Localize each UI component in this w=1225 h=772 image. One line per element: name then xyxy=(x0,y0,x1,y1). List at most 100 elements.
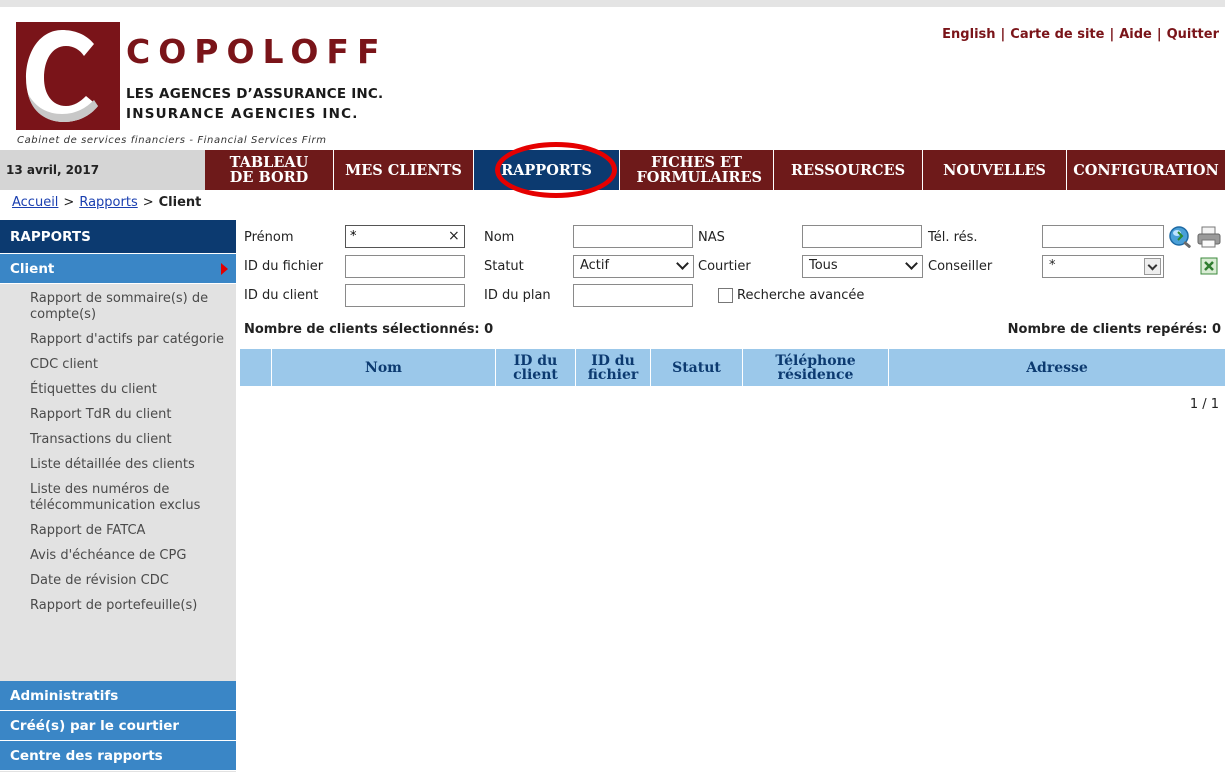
results-table-header: Nom ID du client ID du fichier Statut Té… xyxy=(240,349,1225,386)
sidebar: RAPPORTS Client Rapport de sommaire(s) d… xyxy=(0,220,236,772)
nav-ressources[interactable]: RESSOURCES xyxy=(773,150,922,190)
sidebar-footer-sections: Administratifs Créé(s) par le courtier C… xyxy=(0,681,236,771)
table-header-telephone[interactable]: Téléphone résidence xyxy=(742,349,888,386)
statut-value: Actif xyxy=(580,258,610,273)
search-form: Prénom × Nom NAS Tél. rés. ID du fichier… xyxy=(240,223,1225,311)
sidebar-section-client[interactable]: Client xyxy=(0,254,236,284)
nav-mes-clients[interactable]: MES CLIENTS xyxy=(333,150,473,190)
sidebar-section-administratifs[interactable]: Administratifs xyxy=(0,681,236,711)
sidebar-item[interactable]: Liste détaillée des clients xyxy=(0,452,236,477)
current-date: 13 avril, 2017 xyxy=(0,150,205,190)
courtier-select[interactable]: Tous xyxy=(802,255,923,278)
link-quit[interactable]: Quitter xyxy=(1167,27,1219,42)
page: COPOLOFF LES AGENCES D’ASSURANCE INC. IN… xyxy=(0,0,1225,772)
id-plan-label: ID du plan xyxy=(484,288,551,303)
link-english[interactable]: English xyxy=(942,27,995,42)
logo-tagline: Cabinet de services financiers - Financi… xyxy=(17,135,327,146)
pagination: 1 / 1 xyxy=(1189,397,1219,412)
logo-line-1: LES AGENCES D’ASSURANCE INC. xyxy=(126,86,384,102)
separator: | xyxy=(1156,27,1162,42)
conseiller-select[interactable]: * xyxy=(1042,255,1164,278)
prenom-input[interactable] xyxy=(345,225,465,248)
chevron-down-icon xyxy=(1144,258,1161,275)
chevron-down-icon xyxy=(905,257,918,270)
tel-label: Tél. rés. xyxy=(928,230,978,245)
separator: | xyxy=(1000,27,1006,42)
table-header-adresse[interactable]: Adresse xyxy=(888,349,1225,386)
sidebar-item[interactable]: Liste des numéros de télécommunication e… xyxy=(0,477,236,518)
courtier-label: Courtier xyxy=(698,259,751,274)
sidebar-section-crees-par-courtier[interactable]: Créé(s) par le courtier xyxy=(0,711,236,741)
chevron-down-icon xyxy=(676,257,689,270)
logo-line-2: INSURANCE AGENCIES INC. xyxy=(126,106,359,122)
link-help[interactable]: Aide xyxy=(1119,27,1152,42)
breadcrumb-current: Client xyxy=(158,195,202,210)
expand-arrow-icon xyxy=(221,263,228,275)
table-header-id-fichier[interactable]: ID du fichier xyxy=(575,349,650,386)
conseiller-label: Conseiller xyxy=(928,259,993,274)
sidebar-item[interactable]: Rapport d'actifs par catégorie xyxy=(0,327,236,352)
nav-nouvelles[interactable]: NOUVELLES xyxy=(922,150,1066,190)
found-count: Nombre de clients repérés: 0 xyxy=(1007,322,1221,337)
breadcrumb-rapports[interactable]: Rapports xyxy=(79,195,137,210)
company-logo[interactable]: COPOLOFF LES AGENCES D’ASSURANCE INC. IN… xyxy=(16,22,396,147)
id-client-input[interactable] xyxy=(345,284,465,307)
sidebar-item[interactable]: Rapport de portefeuille(s) xyxy=(0,593,236,618)
nas-label: NAS xyxy=(698,230,725,245)
prenom-label: Prénom xyxy=(244,230,294,245)
sidebar-section-centre-rapports[interactable]: Centre des rapports xyxy=(0,741,236,771)
tel-input[interactable] xyxy=(1042,225,1164,248)
sidebar-items: Rapport de sommaire(s) de compte(s) Rapp… xyxy=(0,284,236,618)
logo-brand-name: COPOLOFF xyxy=(126,32,388,71)
excel-export-icon[interactable] xyxy=(1200,257,1218,275)
nav-fiches-formulaires[interactable]: FICHES ET FORMULAIRES xyxy=(619,150,773,190)
sidebar-item[interactable]: CDC client xyxy=(0,352,236,377)
id-client-label: ID du client xyxy=(244,288,319,303)
clear-icon[interactable]: × xyxy=(448,228,460,244)
link-sitemap[interactable]: Carte de site xyxy=(1010,27,1104,42)
search-icon[interactable] xyxy=(1168,225,1194,249)
advanced-search-checkbox[interactable] xyxy=(718,288,733,303)
print-icon[interactable] xyxy=(1196,225,1222,249)
breadcrumb-home[interactable]: Accueil xyxy=(12,195,58,210)
table-header-nom[interactable]: Nom xyxy=(271,349,495,386)
sidebar-header: RAPPORTS xyxy=(0,220,236,254)
sidebar-item[interactable]: Transactions du client xyxy=(0,427,236,452)
sidebar-section-label: Client xyxy=(10,261,55,277)
nav-label: RAPPORTS xyxy=(501,161,592,179)
sidebar-item[interactable]: Rapport de FATCA xyxy=(0,518,236,543)
nom-input[interactable] xyxy=(573,225,693,248)
statut-label: Statut xyxy=(484,259,524,274)
sidebar-item[interactable]: Rapport TdR du client xyxy=(0,402,236,427)
nav-label: RESSOURCES xyxy=(790,161,906,179)
sidebar-item[interactable]: Date de révision CDC xyxy=(0,568,236,593)
breadcrumb-separator: > xyxy=(142,195,154,210)
courtier-value: Tous xyxy=(809,258,838,273)
nav-tableau-de-bord[interactable]: TABLEAU DE BORD xyxy=(205,150,333,190)
sidebar-item[interactable]: Avis d'échéance de CPG xyxy=(0,543,236,568)
nav-label: CONFIGURATION xyxy=(1073,161,1219,179)
nav-label: FICHES ET FORMULAIRES xyxy=(636,154,762,186)
separator: | xyxy=(1109,27,1115,42)
top-links: English | Carte de site | Aide | Quitter xyxy=(942,27,1219,42)
sidebar-item[interactable]: Rapport de sommaire(s) de compte(s) xyxy=(0,286,236,327)
nav-label: NOUVELLES xyxy=(943,161,1046,179)
table-header-select[interactable] xyxy=(240,349,271,386)
nom-label: Nom xyxy=(484,230,515,245)
table-header-id-client[interactable]: ID du client xyxy=(495,349,575,386)
table-header-statut[interactable]: Statut xyxy=(650,349,742,386)
sidebar-item[interactable]: Étiquettes du client xyxy=(0,377,236,402)
breadcrumb: Accueil > Rapports > Client xyxy=(12,195,201,210)
id-plan-input[interactable] xyxy=(573,284,693,307)
selected-count: Nombre de clients sélectionnés: 0 xyxy=(244,322,494,337)
breadcrumb-separator: > xyxy=(63,195,75,210)
nav-label: MES CLIENTS xyxy=(345,161,462,179)
main-nav: TABLEAU DE BORD MES CLIENTS RAPPORTS FIC… xyxy=(205,150,1225,190)
conseiller-value: * xyxy=(1049,258,1056,273)
id-fichier-label: ID du fichier xyxy=(244,259,324,274)
nas-input[interactable] xyxy=(802,225,922,248)
nav-rapports[interactable]: RAPPORTS xyxy=(473,150,619,190)
nav-configuration[interactable]: CONFIGURATION xyxy=(1066,150,1225,190)
statut-select[interactable]: Actif xyxy=(573,255,694,278)
id-fichier-input[interactable] xyxy=(345,255,465,278)
